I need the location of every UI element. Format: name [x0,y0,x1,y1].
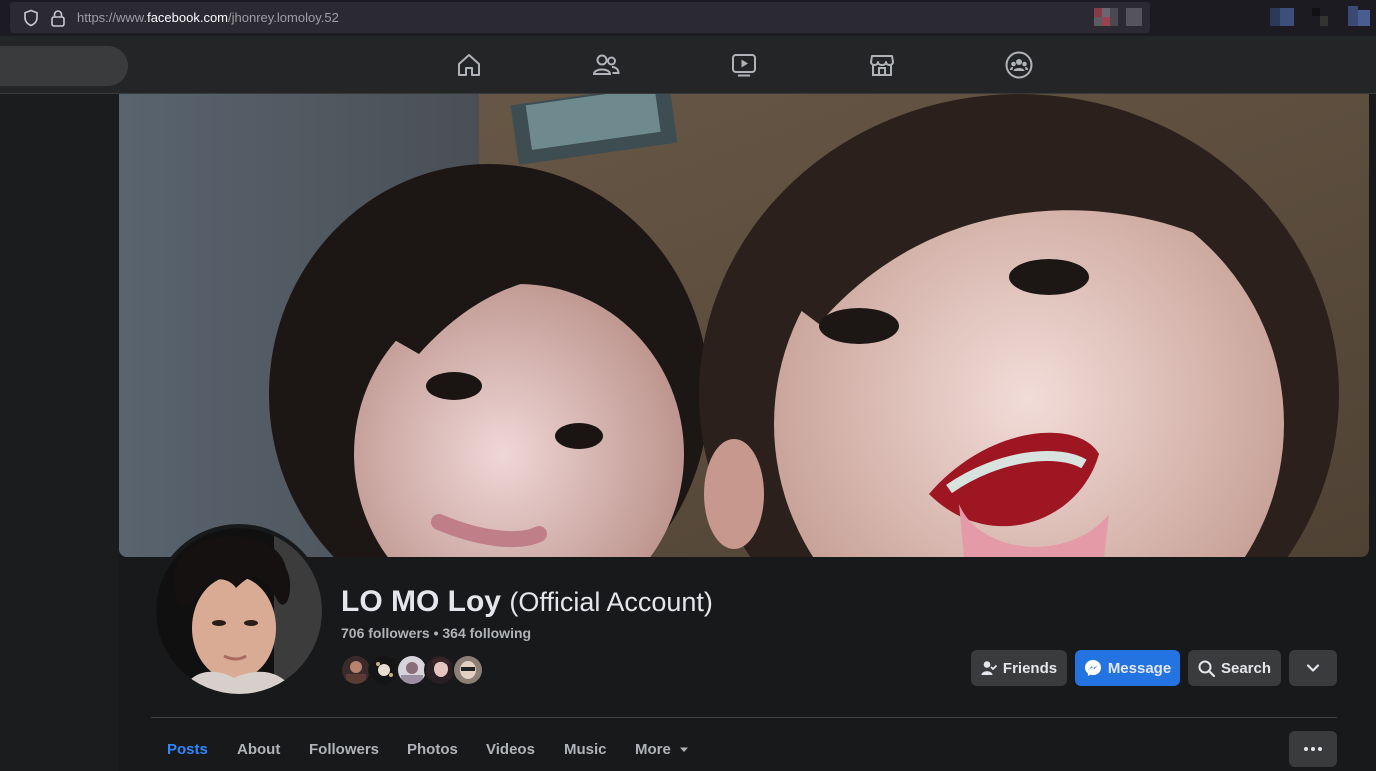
tracking-shield-icon[interactable] [22,9,40,27]
tab-videos[interactable]: Videos [486,741,535,758]
search-icon [1198,660,1215,677]
tab-music[interactable]: Music [564,741,607,758]
extension-icon[interactable] [1126,8,1142,26]
search-button-label: Search [1220,659,1272,677]
watch-icon[interactable] [729,50,759,80]
search-button[interactable]: Search [1188,650,1281,686]
message-button[interactable]: Message [1075,650,1180,686]
facebook-search-field[interactable] [0,46,128,86]
caret-down-icon [680,747,689,752]
address-bar[interactable]: https://www.facebook.com/jhonrey.lomoloy… [10,2,1150,33]
messenger-icon [1084,660,1101,676]
extension-icon[interactable] [1094,8,1118,26]
tab-more[interactable]: More [635,741,689,758]
follower-counts[interactable]: 706 followers • 364 following [341,625,531,641]
browser-toolbar: https://www.facebook.com/jhonrey.lomoloy… [0,0,1376,36]
profile-name-text: LO MO Loy [341,585,501,618]
groups-icon[interactable] [1004,50,1034,80]
marketplace-icon[interactable] [867,50,897,80]
tab-about[interactable]: About [237,741,280,758]
friends-button-label: Friends [1002,659,1058,677]
mutual-friends-avatars [340,654,484,686]
ellipsis-icon [1304,747,1308,751]
tab-followers[interactable]: Followers [309,741,379,758]
friends-icon[interactable] [591,50,621,80]
mutual-friend-avatar[interactable] [452,654,484,686]
tab-more-label: More [635,741,671,758]
left-sidebar [0,94,119,771]
profile-dropdown-button[interactable] [1289,650,1337,686]
toolbar-extensions[interactable] [1270,6,1370,30]
tab-photos[interactable]: Photos [407,741,458,758]
friends-button[interactable]: Friends [971,650,1067,686]
profile-name-suffix: (Official Account) [509,587,713,617]
tab-posts[interactable]: Posts [167,741,208,758]
friend-check-icon [981,661,997,675]
lock-icon[interactable] [50,9,66,27]
message-button-label: Message [1107,659,1172,677]
facebook-top-nav [0,36,1376,94]
chevron-down-icon [1306,664,1320,672]
cover-photo[interactable] [119,94,1369,557]
home-icon[interactable] [454,50,484,80]
profile-avatar[interactable] [152,524,326,698]
url-text[interactable]: https://www.facebook.com/jhonrey.lomoloy… [77,10,339,25]
profile-name: LO MO Loy (Official Account) [341,585,713,619]
profile-divider [151,717,1337,718]
more-options-button[interactable] [1289,731,1337,767]
